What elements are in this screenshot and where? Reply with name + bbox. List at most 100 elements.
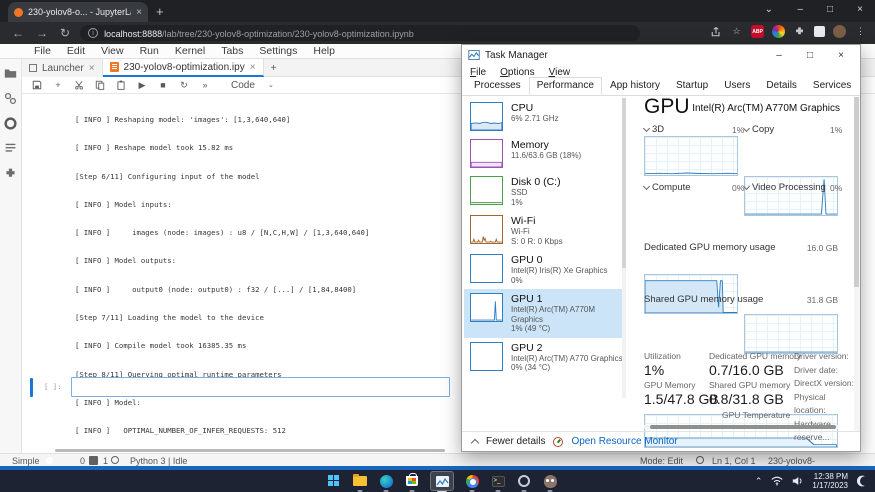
notification-icon[interactable] (696, 456, 704, 464)
tray-chevron-up-icon[interactable]: ⌃ (755, 476, 763, 487)
moon-icon[interactable] (857, 475, 869, 487)
engine-video-label[interactable]: Video Processing (744, 182, 826, 193)
side-panel-icon[interactable] (814, 26, 825, 37)
sidebar-item-disk[interactable]: Disk 0 (C:) SSD 1% (464, 172, 626, 211)
tab-close-icon[interactable]: × (89, 63, 95, 74)
tab-launcher[interactable]: Launcher × (22, 59, 103, 77)
tab-close-icon[interactable]: × (250, 62, 256, 73)
fewer-details-button[interactable]: Fewer details (486, 436, 545, 447)
tab-notebook[interactable]: 230-yolov8-optimization.ipy × (103, 59, 264, 77)
tm-menu-view[interactable]: View (549, 67, 571, 78)
menu-settings[interactable]: Settings (259, 45, 297, 57)
share-icon[interactable] (709, 25, 722, 38)
profile-avatar[interactable] (833, 25, 846, 38)
browser-maximize-button[interactable]: □ (827, 4, 833, 15)
tm-tab-startup[interactable]: Startup (668, 77, 716, 95)
engine-copy-label[interactable]: Copy (744, 124, 774, 135)
cell-type-select[interactable]: Code (231, 80, 255, 91)
engine-3d-label[interactable]: 3D (644, 124, 664, 135)
task-manager-titlebar[interactable]: Task Manager – □ × (462, 45, 860, 65)
insert-cell-icon[interactable]: + (53, 80, 63, 90)
sidebar-item-cpu[interactable]: CPU 6% 2.71 GHz (464, 98, 626, 135)
empty-code-cell[interactable] (71, 377, 450, 397)
tm-maximize-button[interactable]: □ (797, 50, 823, 61)
sidebar-scrollbar[interactable] (622, 98, 626, 398)
sidebar-item-gpu2[interactable]: GPU 2 Intel(R) Arc(TM) A770 Graphics 0% … (464, 338, 626, 377)
wifi-icon[interactable] (771, 476, 783, 486)
chrome-button[interactable] (464, 473, 480, 489)
sidebar-item-gpu0[interactable]: GPU 0 Intel(R) Iris(R) Xe Graphics 0% (464, 250, 626, 289)
table-of-contents-icon[interactable] (4, 142, 17, 155)
menu-help[interactable]: Help (313, 45, 335, 57)
interrupt-kernel-icon[interactable]: ■ (158, 80, 168, 90)
mode-indicator[interactable]: Mode: Edit (640, 456, 683, 466)
menu-view[interactable]: View (101, 45, 124, 57)
tm-tab-users[interactable]: Users (716, 77, 758, 95)
cursor-position[interactable]: Ln 1, Col 1 (712, 456, 756, 466)
add-tab-button[interactable]: + (264, 59, 284, 77)
sidebar-item-memory[interactable]: Memory 11.6/63.6 GB (18%) (464, 135, 626, 172)
kernel-icon[interactable] (111, 456, 119, 464)
file-browser-icon[interactable] (4, 67, 17, 80)
restart-kernel-icon[interactable]: ↻ (179, 80, 189, 91)
tm-tab-details[interactable]: Details (758, 77, 805, 95)
sidebar-item-gpu1[interactable]: GPU 1 Intel(R) Arc(TM) A770M Graphics 1%… (464, 289, 626, 338)
run-all-icon[interactable]: » (200, 80, 210, 90)
microsoft-store-button[interactable] (404, 473, 420, 489)
gpu-panel-horizontal-scrollbar[interactable] (644, 425, 838, 429)
copy-icon[interactable] (95, 80, 105, 90)
hub-control-icon[interactable] (4, 117, 17, 130)
running-sessions-icon[interactable] (4, 92, 17, 105)
gimp-button[interactable] (542, 473, 558, 489)
back-icon[interactable]: ← (12, 26, 24, 40)
sidebar-item-wifi[interactable]: Wi-Fi Wi-Fi S: 0 R: 0 Kbps (464, 211, 626, 250)
edge-button[interactable] (378, 473, 394, 489)
tm-tab-app-history[interactable]: App history (602, 77, 668, 95)
browser-chevron-icon[interactable]: ⌄ (765, 4, 773, 15)
tm-tab-services[interactable]: Services (805, 77, 859, 95)
terminal-button[interactable]: >_ (490, 473, 506, 489)
engine-compute-label[interactable]: Compute (644, 182, 691, 193)
kernel-status[interactable]: Python 3 | Idle (130, 456, 187, 466)
cut-icon[interactable] (74, 80, 84, 90)
notebook-horizontal-scrollbar[interactable] (55, 449, 445, 452)
browser-minimize-button[interactable]: – (797, 4, 803, 15)
tab-close-icon[interactable]: × (136, 7, 142, 18)
browser-close-button[interactable]: × (857, 4, 863, 15)
menu-tabs[interactable]: Tabs (221, 45, 243, 57)
run-cell-icon[interactable]: ▶ (137, 80, 147, 91)
adblock-icon[interactable]: ABP (751, 25, 764, 38)
site-info-icon[interactable]: i (88, 28, 98, 38)
taskbar-clock[interactable]: 12:38 PM 1/17/2023 (812, 472, 848, 491)
reload-icon[interactable]: ↻ (60, 26, 70, 40)
start-button[interactable] (326, 473, 342, 489)
tm-tab-processes[interactable]: Processes (466, 77, 529, 95)
menu-kernel[interactable]: Kernel (175, 45, 205, 57)
browser-tab[interactable]: 230-yolov8-o... - JupyterLab × (8, 2, 148, 22)
menu-edit[interactable]: Edit (67, 45, 85, 57)
menu-run[interactable]: Run (140, 45, 159, 57)
new-tab-button[interactable]: + (156, 4, 164, 19)
tm-menu-file[interactable]: File (470, 67, 486, 78)
extension-color-icon[interactable] (772, 25, 785, 38)
tm-minimize-button[interactable]: – (766, 50, 792, 61)
gpu-panel-vertical-scrollbar[interactable] (854, 97, 860, 431)
terminal-icon[interactable] (89, 456, 98, 465)
forward-icon[interactable]: → (36, 26, 48, 40)
file-explorer-button[interactable] (352, 473, 368, 489)
extensions-puzzle-icon[interactable] (793, 25, 806, 38)
speaker-icon[interactable] (792, 476, 803, 486)
paste-icon[interactable] (116, 80, 126, 90)
address-bar[interactable]: i localhost:8888/lab/tree/230-yolov8-opt… (80, 25, 640, 41)
open-resource-monitor-link[interactable]: Open Resource Monitor (571, 436, 677, 447)
browser-menu-kebab-icon[interactable]: ⋮ (854, 25, 867, 38)
menu-file[interactable]: File (34, 45, 51, 57)
tm-tab-performance[interactable]: Performance (529, 77, 602, 95)
tm-close-button[interactable]: × (828, 50, 854, 61)
recorder-button[interactable] (516, 473, 532, 489)
extension-manager-icon[interactable] (4, 167, 17, 180)
bookmark-star-icon[interactable]: ☆ (730, 25, 743, 38)
task-manager-button[interactable] (430, 471, 454, 491)
cell-type-chevron-icon[interactable]: ⌄ (266, 81, 276, 89)
save-icon[interactable] (32, 80, 42, 90)
